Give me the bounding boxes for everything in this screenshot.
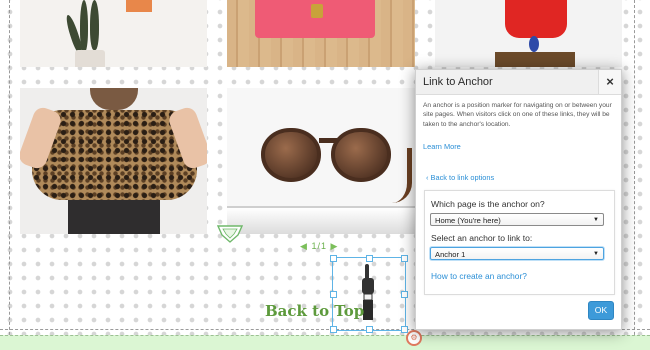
dialog-title: Link to Anchor (423, 76, 493, 88)
gallery-image-scarf[interactable] (20, 88, 207, 234)
gallery-image-plant[interactable] (20, 0, 207, 67)
dropdown-arrow-icon: ▼ (593, 251, 599, 257)
anchor-select-value: Anchor 1 (435, 250, 466, 259)
anchor-marker-icon[interactable] (217, 224, 243, 244)
resize-handle[interactable] (330, 255, 337, 262)
page-select[interactable]: Home (You're here) ▼ (430, 213, 604, 226)
resize-handle[interactable] (366, 255, 373, 262)
settings-gear-icon[interactable]: ⚙ (406, 330, 422, 346)
ok-button[interactable]: OK (588, 301, 614, 320)
next-arrow-icon[interactable]: ▶ (330, 241, 338, 251)
resize-handle[interactable] (401, 255, 408, 262)
gallery-image-clutch[interactable] (227, 0, 415, 67)
dialog-header: Link to Anchor × (416, 70, 621, 95)
prev-arrow-icon[interactable]: ◀ (300, 241, 308, 251)
dialog-description: An anchor is a position marker for navig… (423, 102, 612, 128)
back-link-label: Back to link options (430, 173, 495, 182)
chevron-left-icon: ‹ (426, 173, 429, 182)
anchor-question-label: Select an anchor to link to: (431, 233, 533, 243)
anchor-settings-panel: Which page is the anchor on? Home (You'r… (424, 190, 615, 295)
back-to-link-options[interactable]: ‹ Back to link options (426, 173, 494, 182)
resize-handle[interactable] (330, 326, 337, 333)
footer-strip (0, 335, 650, 350)
learn-more-link[interactable]: Learn More (423, 142, 461, 151)
pager-label: 1/1 (311, 241, 327, 251)
resize-handle[interactable] (366, 326, 373, 333)
resize-handle[interactable] (330, 291, 337, 298)
back-to-top-link[interactable]: Back to Top (265, 302, 364, 320)
gallery-pager: ◀ 1/1 ▶ (300, 241, 338, 252)
page-select-value: Home (You're here) (435, 216, 501, 225)
page-question-label: Which page is the anchor on? (431, 199, 545, 209)
page-guide-right (634, 0, 635, 350)
link-to-anchor-dialog: Link to Anchor × An anchor is a position… (415, 69, 622, 330)
dropdown-arrow-icon: ▼ (593, 217, 599, 223)
close-icon[interactable]: × (598, 70, 621, 94)
gallery-image-sunglasses[interactable] (227, 88, 415, 234)
page-guide-left (9, 0, 10, 350)
resize-handle[interactable] (401, 291, 408, 298)
gallery-image-dress[interactable] (435, 0, 622, 67)
anchor-select[interactable]: Anchor 1 ▼ (430, 247, 604, 260)
how-to-create-anchor-link[interactable]: How to create an anchor? (431, 271, 527, 281)
